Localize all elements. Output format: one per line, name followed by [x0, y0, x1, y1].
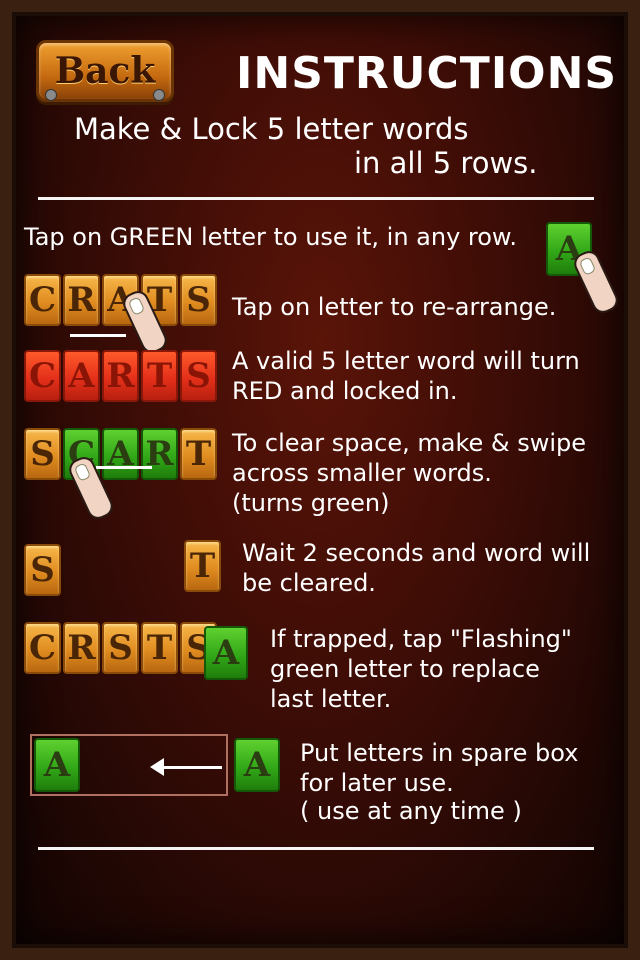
tile: R	[63, 274, 100, 326]
tile: S	[180, 274, 217, 326]
subtitle-line-1: Make & Lock 5 letter words	[74, 112, 469, 146]
step4-text-line3: (turns green)	[232, 489, 390, 517]
step6-text-line2: green letter to replace	[270, 655, 540, 683]
green-tile: A	[34, 738, 80, 792]
step6-text-line1: If trapped, tap "Flashing"	[270, 625, 572, 653]
arrow-head-icon	[150, 758, 164, 776]
swipe-arrow-icon	[96, 466, 152, 469]
step7-text-line3: ( use at any time )	[300, 797, 522, 825]
red-tile: R	[102, 350, 139, 402]
tile: S	[24, 544, 61, 596]
tile: S	[24, 428, 61, 480]
tile: C	[24, 274, 61, 326]
bolt-icon	[45, 89, 57, 101]
step5-text-line2: be cleared.	[242, 569, 376, 597]
green-tile: A	[102, 428, 139, 480]
left-arrow-icon	[156, 766, 222, 769]
swap-arrow-icon	[70, 334, 126, 337]
tile: R	[63, 622, 100, 674]
tile: T	[180, 428, 217, 480]
step2-text: Tap on letter to re-arrange.	[232, 293, 557, 321]
step6-text-line3: last letter.	[270, 685, 392, 713]
back-button[interactable]: Back	[36, 40, 174, 102]
step4-text-line1: To clear space, make & swipe	[232, 429, 587, 457]
step7-text-line2: for later use.	[300, 769, 454, 797]
tile: T	[184, 540, 221, 592]
green-tile: R	[141, 428, 178, 480]
tile: C	[24, 622, 61, 674]
step4-text-line2: across smaller words.	[232, 459, 492, 487]
step3-text-line2: RED and locked in.	[232, 377, 458, 405]
flashing-green-tile: A	[204, 626, 248, 680]
top-divider	[38, 197, 594, 200]
tile: T	[141, 622, 178, 674]
red-tile: T	[141, 350, 178, 402]
red-tile: C	[24, 350, 61, 402]
tile: S	[102, 622, 139, 674]
back-button-label: Back	[54, 50, 156, 92]
bolt-icon	[153, 89, 165, 101]
red-tile: S	[180, 350, 217, 402]
step1-text: Tap on GREEN letter to use it, in any ro…	[24, 223, 517, 251]
page-title: INSTRUCTIONS	[236, 48, 618, 99]
red-tile: A	[63, 350, 100, 402]
step3-text-line1: A valid 5 letter word will turn	[232, 347, 580, 375]
bottom-divider	[38, 847, 594, 850]
subtitle-line-2: in all 5 rows.	[354, 146, 538, 180]
step7-text-line1: Put letters in spare box	[300, 739, 579, 767]
green-tile: A	[234, 738, 280, 792]
step5-text-line1: Wait 2 seconds and word will	[242, 539, 591, 567]
